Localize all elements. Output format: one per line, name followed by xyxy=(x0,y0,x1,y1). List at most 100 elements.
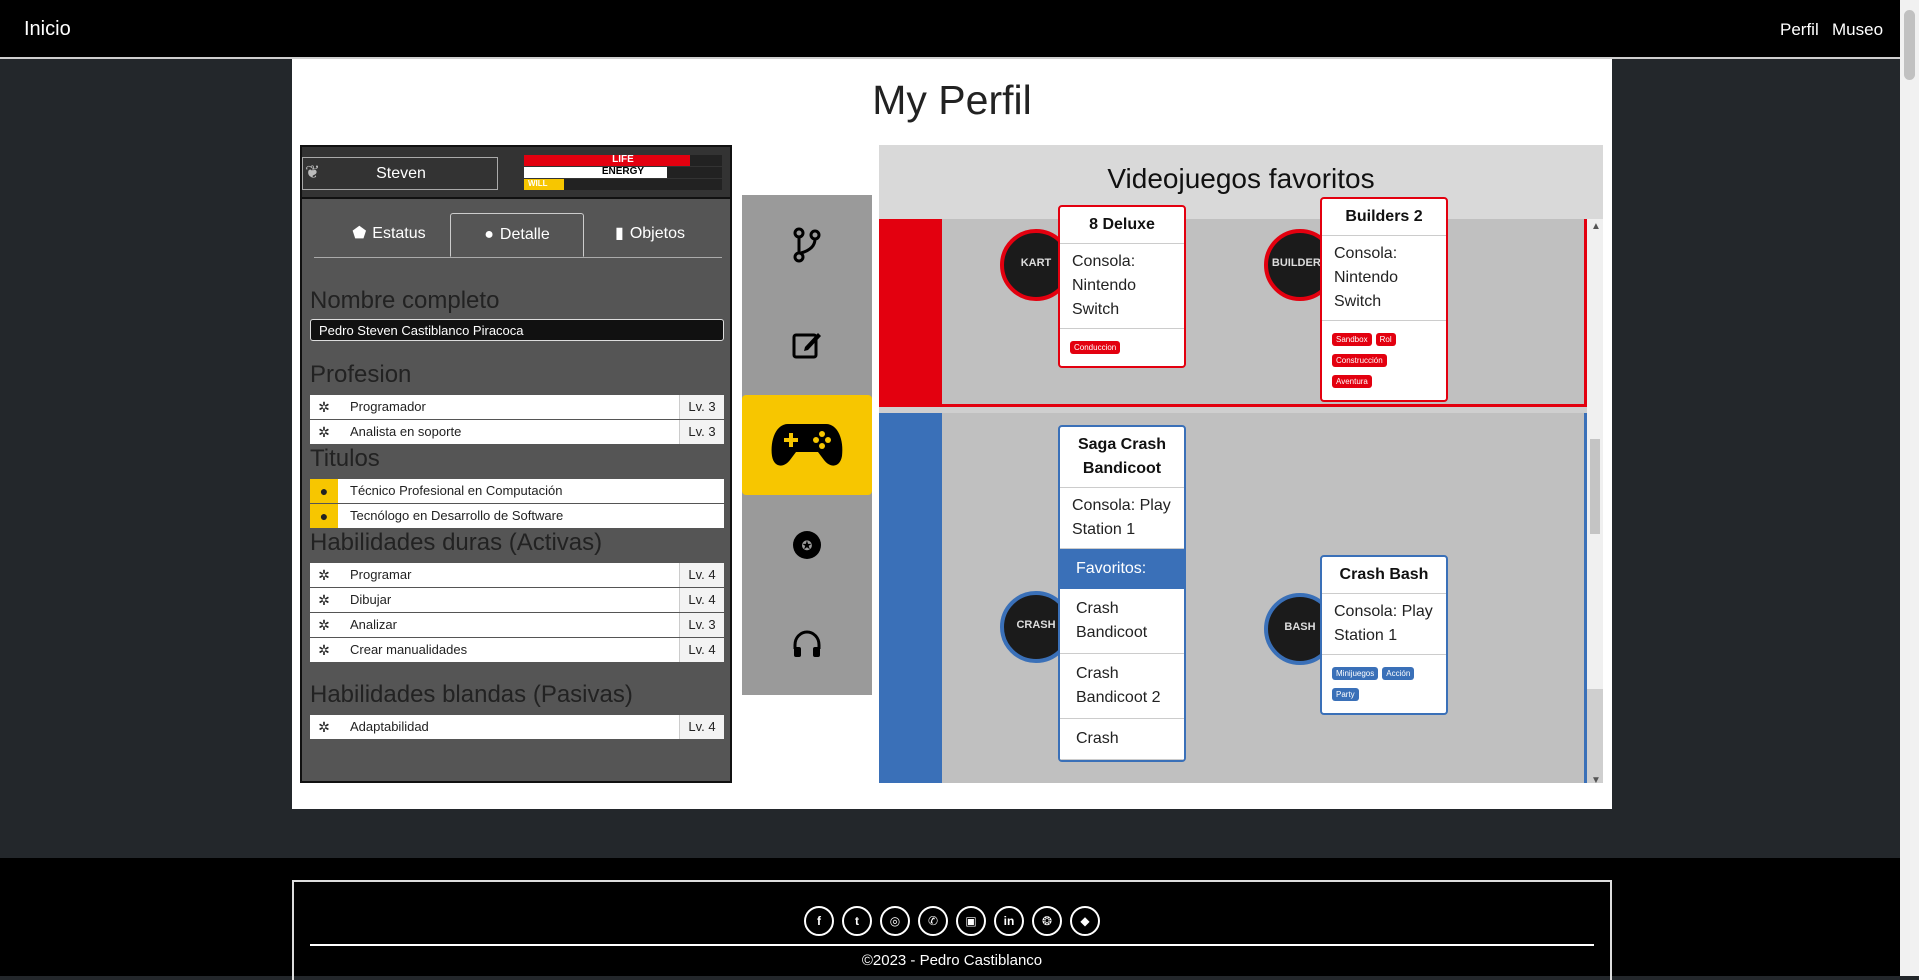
genre-tag: Sandbox xyxy=(1332,333,1372,346)
medal-icon: ● xyxy=(484,226,494,243)
favorite-game-item[interactable]: Crash Bandicoot 2 xyxy=(1060,654,1184,719)
page-scrollbar[interactable] xyxy=(1900,0,1919,976)
will-label: WILL xyxy=(528,179,548,188)
item-label: Programar xyxy=(350,567,412,582)
card-tags: Sandbox Rol Construcción Aventura xyxy=(1322,321,1446,400)
full-name-heading: Nombre completo xyxy=(310,287,500,314)
nav-museo-link[interactable]: Museo xyxy=(1832,20,1883,40)
scroll-up-icon[interactable]: ▲ xyxy=(1591,221,1601,232)
genre-tag: Aventura xyxy=(1332,375,1372,388)
profession-heading: Profesion xyxy=(310,361,412,388)
panel-tabs: ⬟ Estatus ● Detalle ▮ Objetos xyxy=(314,213,722,258)
item-label: Programador xyxy=(350,399,426,414)
favorite-game-item[interactable]: Crash Bandicoot xyxy=(1060,589,1184,654)
player-name: Steven xyxy=(376,165,426,182)
hard-skills-list: ✲ Programar Lv. 4 ✲ Dibujar Lv. 4 ✲ Analizar L… xyxy=(310,563,724,663)
top-navbar: Inicio Perfil Museo xyxy=(0,0,1900,59)
footer-box: f t ◎ ✆ ▣ in ❂ ◆ ©2023 - Pedro Castiblan… xyxy=(292,880,1612,980)
tab-detalle-label: Detalle xyxy=(499,226,550,243)
titles-list: ● Técnico Profesional en Computación ● Tec… xyxy=(310,479,724,529)
gamepad-icon[interactable] xyxy=(742,395,872,495)
gitlab-icon[interactable]: ◆ xyxy=(1070,906,1100,936)
copyright: ©2023 - Pedro Castiblanco xyxy=(861,952,1043,969)
list-item: ✲ Programador Lv. 3 xyxy=(310,395,724,419)
nav-perfil-link[interactable]: Perfil xyxy=(1780,20,1819,40)
item-level: Lv. 3 xyxy=(679,395,724,419)
gear-icon: ✲ xyxy=(318,399,330,415)
linkedin-icon[interactable]: in xyxy=(994,906,1024,936)
group-body: KART 8 Deluxe Consola: Nintendo Switch C… xyxy=(942,197,1587,407)
tab-detalle[interactable]: ● Detalle xyxy=(450,213,584,257)
game-card[interactable]: 8 Deluxe Consola: Nintendo Switch Conduc… xyxy=(1058,205,1186,368)
list-item: ✲ Dibujar Lv. 4 xyxy=(310,588,724,612)
tab-objetos-label: Objetos xyxy=(629,225,685,242)
stat-bars: LIFE ENERGY WILL xyxy=(524,154,722,191)
card-console: Consola: Play Station 1 xyxy=(1322,594,1446,655)
game-group-red: KART 8 Deluxe Consola: Nintendo Switch C… xyxy=(879,197,1587,407)
life-bar: LIFE xyxy=(524,154,722,166)
card-title: 8 Deluxe xyxy=(1060,207,1184,244)
main-container: My Perfil ❦ Steven LIFE ENERGY WILL ⬟ Est… xyxy=(292,59,1612,809)
scrollbar-thumb[interactable] xyxy=(1904,10,1915,80)
game-card[interactable]: Saga Crash Bandicoot Consola: Play Stati… xyxy=(1058,425,1186,762)
soft-skills-heading: Habilidades blandas (Pasivas) xyxy=(310,681,633,708)
gear-icon: ✲ xyxy=(318,592,330,608)
twitter-icon[interactable]: t xyxy=(842,906,872,936)
item-label: Tecnólogo en Desarrollo de Software xyxy=(350,508,564,523)
footer: f t ◎ ✆ ▣ in ❂ ◆ ©2023 - Pedro Castiblan… xyxy=(0,858,1900,980)
edit-icon[interactable] xyxy=(742,295,872,395)
favorite-game-item[interactable]: Crash xyxy=(1060,719,1184,760)
genre-tag: Construcción xyxy=(1332,354,1387,367)
whatsapp-icon[interactable]: ✆ xyxy=(918,906,948,936)
gear-icon: ✲ xyxy=(318,567,330,583)
facebook-icon[interactable]: f xyxy=(804,906,834,936)
favorites-list-header: Favoritos: xyxy=(1060,549,1184,589)
list-item: ● Técnico Profesional en Computación xyxy=(310,479,724,503)
list-item: ✲ Crear manualidades Lv. 4 xyxy=(310,638,724,662)
tab-estatus-label: Estatus xyxy=(372,225,426,242)
item-label: Técnico Profesional en Computación xyxy=(350,483,563,498)
genre-tag: Acción xyxy=(1382,667,1415,680)
svg-text:✪: ✪ xyxy=(802,538,813,553)
tab-estatus[interactable]: ⬟ Estatus xyxy=(334,213,444,255)
hard-skills-heading: Habilidades duras (Activas) xyxy=(310,529,603,556)
favorites-panel: Videojuegos favoritos KART 8 Deluxe Cons… xyxy=(879,145,1603,783)
genre-tag: Conduccion xyxy=(1070,341,1121,354)
gear-icon: ✲ xyxy=(318,719,330,735)
card-console: Consola: Nintendo Switch xyxy=(1322,236,1446,321)
list-item: ● Tecnólogo en Desarrollo de Software xyxy=(310,504,724,528)
github-icon[interactable]: ❂ xyxy=(1032,906,1062,936)
will-bar: WILL xyxy=(524,179,722,190)
full-name-field[interactable]: Pedro Steven Castiblanco Piracoca xyxy=(310,319,724,341)
titles-heading: Titulos xyxy=(310,445,380,472)
game-card[interactable]: Builders 2 Consola: Nintendo Switch Sand… xyxy=(1320,197,1448,402)
git-branch-icon[interactable] xyxy=(742,195,872,295)
game-card[interactable]: Crash Bash Consola: Play Station 1 Minij… xyxy=(1320,555,1448,715)
item-level: Lv. 4 xyxy=(679,588,724,612)
genre-tag: Rol xyxy=(1375,333,1396,346)
instagram-icon[interactable]: ◎ xyxy=(880,906,910,936)
social-links: f t ◎ ✆ ▣ in ❂ ◆ xyxy=(310,898,1594,946)
card-title: Builders 2 xyxy=(1322,199,1446,236)
item-label: Analizar xyxy=(350,617,397,632)
globe-icon[interactable]: ✪ xyxy=(742,495,872,595)
scroll-down-icon[interactable]: ▼ xyxy=(1591,775,1601,783)
headset-icon[interactable] xyxy=(742,595,872,695)
section-menu: ✪ xyxy=(742,195,872,695)
profession-list: ✲ Programador Lv. 3 ✲ Analista en soporte Lv… xyxy=(310,395,724,445)
energy-bar: ENERGY xyxy=(524,166,722,178)
card-console: Consola: Nintendo Switch xyxy=(1060,244,1184,329)
item-label: Analista en soporte xyxy=(350,424,462,439)
tab-objetos[interactable]: ▮ Objetos xyxy=(590,213,710,255)
nav-home-link[interactable]: Inicio xyxy=(24,18,71,41)
favorites-title: Videojuegos favoritos xyxy=(1107,163,1375,194)
life-label: LIFE xyxy=(612,154,634,165)
favorites-scrollbar[interactable]: ▲ ▼ xyxy=(1587,219,1603,783)
group-color-bar xyxy=(879,219,942,407)
favorites-scroll-thumb[interactable] xyxy=(1590,439,1600,534)
medal-icon: ● xyxy=(310,504,338,528)
game-group-blue: CRASH Saga Crash Bandicoot Consola: Play… xyxy=(879,413,1587,783)
list-item: ✲ Programar Lv. 4 xyxy=(310,563,724,587)
twitch-icon[interactable]: ▣ xyxy=(956,906,986,936)
status-panel: ❦ Steven LIFE ENERGY WILL ⬟ Estatus ● Deta… xyxy=(300,145,732,783)
